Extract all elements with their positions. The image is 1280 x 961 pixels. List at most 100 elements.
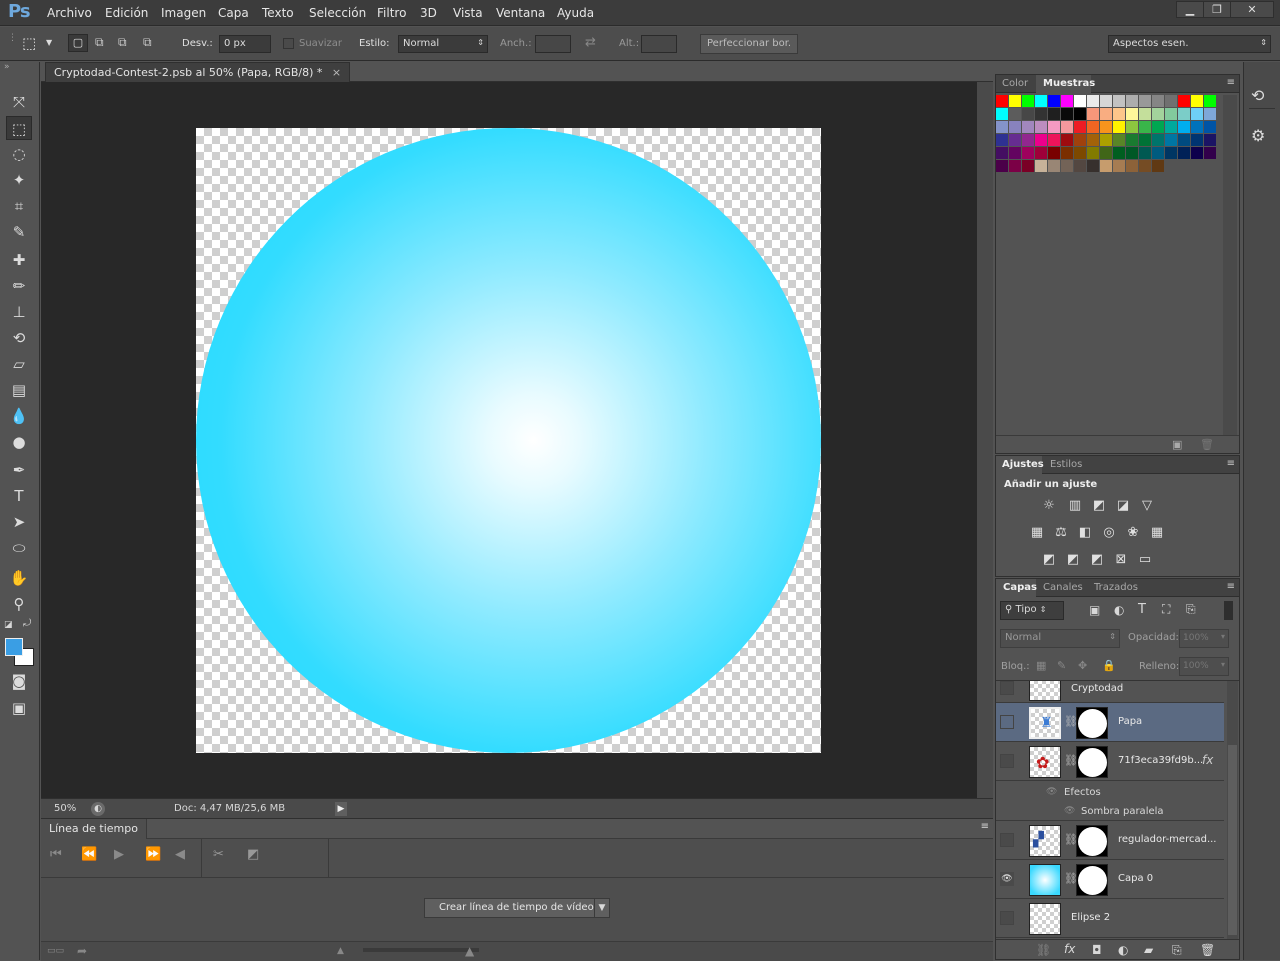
eyedropper-icon[interactable]: ✎ (6, 220, 32, 244)
intersect-selection-icon[interactable]: ⧉ (143, 35, 152, 50)
threshold-icon[interactable]: ◩ (1088, 552, 1106, 568)
swatch[interactable] (1191, 108, 1203, 120)
layer-filter-select[interactable]: ⚲ Tipo ⇕ (1000, 601, 1064, 620)
magic-wand-icon[interactable]: ✦ (6, 168, 32, 192)
audio-icon[interactable]: ◀ (175, 847, 185, 862)
swatch[interactable] (996, 134, 1008, 146)
swatch[interactable] (1022, 134, 1034, 146)
visibility-toggle[interactable] (1000, 715, 1014, 729)
swatch[interactable] (1022, 108, 1034, 120)
new-layer-icon[interactable]: ⎘ (1172, 943, 1182, 958)
new-group-icon[interactable]: ▰ (1144, 943, 1153, 957)
clone-stamp-icon[interactable]: ⊥ (6, 300, 32, 324)
layer-row-capa-0[interactable]: 👁 ⛓ Capa 0 (996, 860, 1224, 899)
new-swatch-icon[interactable]: ▣ (1172, 438, 1182, 451)
split-scissors-icon[interactable]: ✂ (213, 847, 224, 862)
swatch[interactable] (1152, 160, 1164, 172)
swatch[interactable] (996, 147, 1008, 159)
marquee-tool-icon[interactable]: ⬚ (6, 116, 32, 140)
panel-menu-icon[interactable]: ≡ (1227, 77, 1235, 88)
swatch[interactable] (1009, 121, 1021, 133)
menu-filtro[interactable]: Filtro (377, 6, 406, 20)
filter-smart-object-icon[interactable]: ⎘ (1186, 602, 1196, 617)
tab-channels[interactable]: Canales (1043, 582, 1083, 593)
swatch[interactable] (1204, 108, 1216, 120)
swatch[interactable] (1113, 121, 1125, 133)
menu-ayuda[interactable]: Ayuda (557, 6, 594, 20)
swatch[interactable] (1126, 95, 1138, 107)
swatch[interactable] (1048, 134, 1060, 146)
layer-row-papa[interactable]: ♜ ⛓ Papa (996, 703, 1224, 742)
swatch[interactable] (1035, 108, 1047, 120)
swatch[interactable] (1113, 147, 1125, 159)
menu-capa[interactable]: Capa (218, 6, 249, 20)
swatch[interactable] (1139, 160, 1151, 172)
gradient-map-icon[interactable]: ▭ (1136, 552, 1154, 568)
new-selection-icon[interactable]: ▢ (68, 34, 88, 52)
swatch[interactable] (1048, 121, 1060, 133)
eye-icon[interactable]: 👁 (1064, 806, 1075, 816)
foreground-color-swatch[interactable] (5, 638, 23, 656)
style-select[interactable]: Normal ⇕ (398, 35, 488, 53)
visibility-toggle[interactable] (1000, 833, 1014, 847)
swatch[interactable] (1113, 95, 1125, 107)
visibility-toggle[interactable]: 👁 (1000, 872, 1014, 886)
swatch[interactable] (1035, 160, 1047, 172)
lock-position-icon[interactable]: ✥ (1078, 659, 1087, 672)
swatch[interactable] (1009, 160, 1021, 172)
layer-name[interactable]: Elipse 2 (1071, 912, 1110, 923)
status-menu-icon[interactable]: ▶ (335, 802, 347, 816)
swatch[interactable] (1035, 95, 1047, 107)
swatch[interactable] (1087, 134, 1099, 146)
layer-mask-thumbnail[interactable] (1076, 746, 1108, 778)
swatch[interactable] (1139, 147, 1151, 159)
opacity-input[interactable]: 100% ▾ (1179, 629, 1229, 648)
swatch[interactable] (1165, 121, 1177, 133)
panel-menu-icon[interactable]: ≡ (1227, 458, 1235, 469)
crop-tool-icon[interactable]: ⌗ (6, 194, 32, 218)
swatch[interactable] (1048, 147, 1060, 159)
swatch[interactable] (1204, 121, 1216, 133)
swatch[interactable] (1126, 108, 1138, 120)
lasso-tool-icon[interactable]: ◌ (6, 142, 32, 166)
trash-icon[interactable]: 🗑 (1200, 438, 1214, 451)
chevron-down-icon[interactable]: ▼ (594, 898, 610, 918)
swatch[interactable] (1061, 108, 1073, 120)
swatch[interactable] (1126, 121, 1138, 133)
fx-icon[interactable]: fx (1064, 942, 1075, 956)
swatch[interactable] (1009, 108, 1021, 120)
layers-scrollbar-thumb[interactable] (1228, 745, 1237, 935)
layer-name[interactable]: Cryptodad (1071, 683, 1123, 694)
feather-input[interactable]: 0 px (219, 35, 271, 53)
swatch[interactable] (1126, 160, 1138, 172)
selective-color-icon[interactable]: ⊠ (1112, 552, 1130, 568)
layer-row-elipse-2[interactable]: Elipse 2 (996, 899, 1224, 938)
history-brush-icon[interactable]: ⟲ (6, 326, 32, 350)
swatch[interactable] (1061, 160, 1073, 172)
swatch[interactable] (1191, 134, 1203, 146)
close-tab-icon[interactable]: × (332, 66, 341, 79)
menu-seleccion[interactable]: Selección (309, 6, 366, 20)
height-input[interactable] (641, 35, 677, 53)
swatch[interactable] (1009, 134, 1021, 146)
swatch[interactable] (1048, 108, 1060, 120)
fill-input[interactable]: 100% ▾ (1179, 657, 1229, 676)
swatch[interactable] (1152, 134, 1164, 146)
eraser-icon[interactable]: ▱ (6, 352, 32, 376)
swatch[interactable] (1100, 121, 1112, 133)
layer-name[interactable]: 71f3eca39fd9b... (1118, 755, 1203, 766)
eye-icon[interactable]: 👁 (1046, 787, 1057, 797)
swatch[interactable] (1048, 160, 1060, 172)
menu-edicion[interactable]: Edición (105, 6, 148, 20)
swatch[interactable] (1191, 95, 1203, 107)
hand-tool-icon[interactable]: ✋ (6, 566, 32, 590)
properties-icon[interactable]: ⚙ (1251, 126, 1265, 145)
swatch[interactable] (1074, 108, 1086, 120)
play-icon[interactable]: ▶ (114, 847, 124, 862)
swatch[interactable] (1074, 147, 1086, 159)
channel-mixer-icon[interactable]: ❀ (1124, 525, 1142, 541)
vibrance-icon[interactable]: ▽ (1138, 498, 1156, 514)
swatch[interactable] (1165, 108, 1177, 120)
zoom-out-icon[interactable]: ▲ (337, 946, 344, 956)
swatch[interactable] (996, 108, 1008, 120)
